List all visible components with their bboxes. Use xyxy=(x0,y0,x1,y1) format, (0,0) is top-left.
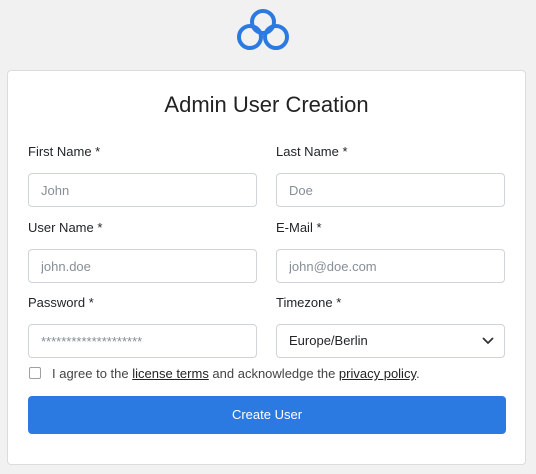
header xyxy=(0,0,536,70)
timezone-group: Timezone * Europe/Berlin xyxy=(276,294,505,358)
timezone-select[interactable]: Europe/Berlin xyxy=(276,324,505,358)
privacy-policy-link[interactable]: privacy policy xyxy=(339,366,416,381)
email-input[interactable] xyxy=(276,249,505,283)
agree-suffix: . xyxy=(415,366,420,381)
user-name-input[interactable] xyxy=(28,249,257,283)
first-name-label: First Name * xyxy=(28,144,101,159)
timezone-value: Europe/Berlin xyxy=(289,333,368,348)
email-label: E-Mail * xyxy=(276,220,322,235)
agree-text: I agree to the license terms and acknowl… xyxy=(52,365,420,383)
user-name-label: User Name * xyxy=(28,220,103,235)
agree-checkbox[interactable] xyxy=(29,367,41,379)
cloud-icon xyxy=(237,9,289,50)
page-title: Admin User Creation xyxy=(164,92,369,117)
last-name-input[interactable] xyxy=(276,173,505,207)
chevron-down-icon xyxy=(482,337,494,345)
password-group: Password * xyxy=(28,294,257,358)
password-label: Password * xyxy=(28,295,94,310)
agree-prefix: I agree to the xyxy=(52,366,133,381)
first-name-group: First Name * xyxy=(28,143,257,207)
email-group: E-Mail * xyxy=(276,219,505,283)
timezone-label: Timezone * xyxy=(276,295,342,310)
agree-middle: and acknowledge the xyxy=(208,366,339,381)
license-terms-link[interactable]: license terms xyxy=(132,366,209,381)
first-name-input[interactable] xyxy=(28,173,257,207)
admin-user-form-card: Admin User Creation First Name * Last Na… xyxy=(7,70,526,465)
last-name-group: Last Name * xyxy=(276,143,505,207)
user-name-group: User Name * xyxy=(28,219,257,283)
create-user-button[interactable]: Create User xyxy=(28,396,506,434)
last-name-label: Last Name * xyxy=(276,144,348,159)
password-input[interactable] xyxy=(28,324,257,358)
